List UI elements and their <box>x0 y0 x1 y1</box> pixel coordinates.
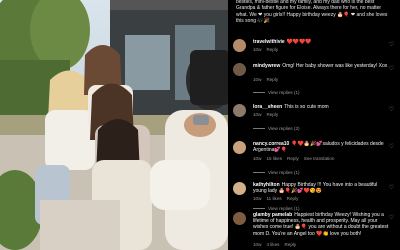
reply-button[interactable]: Reply <box>266 77 278 82</box>
comment-body: nancy.correa10 🎈❤️🎂🎉💕saludos y felicidade… <box>253 141 389 153</box>
comment-meta: 10w 15 likes Reply See translation <box>253 156 339 161</box>
comment-meta: 10w Reply <box>253 112 283 117</box>
comments-panel[interactable]: besties, mini-bestie and my family, and … <box>228 0 400 250</box>
view-replies-link[interactable]: View replies (1) <box>253 90 300 95</box>
comment-body: travelwithivie ❤️❤️❤️❤️ <box>253 39 389 45</box>
comment-likes[interactable]: 15 likes <box>266 156 282 161</box>
reply-button[interactable]: Reply <box>284 242 296 247</box>
comment-meta: 10w Reply <box>253 77 283 82</box>
comment-likes[interactable]: 4 likes <box>266 242 279 247</box>
see-translation-link[interactable]: See translation <box>304 156 335 161</box>
comment-text: This is so cute mom <box>284 104 329 110</box>
comment-body: lora__sheen This is so cute mom <box>253 104 389 110</box>
reply-button[interactable]: Reply <box>266 47 278 52</box>
reply-button[interactable]: Reply <box>287 156 299 161</box>
avatar[interactable] <box>233 212 246 225</box>
comment-username[interactable]: mindywrew <box>253 63 280 69</box>
post-caption: besties, mini-bestie and my family, and … <box>236 0 388 25</box>
comment-time: 10w <box>253 47 262 52</box>
comment-username[interactable]: glamby pamelab <box>253 212 292 218</box>
comment-text: Omg! Her baby shower was like yesterday!… <box>282 63 388 69</box>
view-replies-link[interactable]: View replies (2) <box>253 126 300 131</box>
reply-button[interactable]: Reply <box>266 112 278 117</box>
comment-likes[interactable]: 11 likes <box>266 196 281 201</box>
comment-meta: 10w Reply <box>253 47 283 52</box>
comment-body: glamby pamelab Happiest birthday Weezy! W… <box>253 212 389 237</box>
comment-time: 10w <box>253 112 262 117</box>
comment-meta: 10w 4 likes Reply <box>253 242 301 247</box>
avatar[interactable] <box>233 104 246 117</box>
comment-username[interactable]: travelwithivie <box>253 39 285 45</box>
like-heart-icon[interactable]: ♡ <box>389 184 394 191</box>
comment-text: ❤️❤️❤️❤️ <box>286 39 312 45</box>
like-heart-icon[interactable]: ♡ <box>389 143 394 150</box>
view-replies-link[interactable]: View replies (1) <box>253 170 300 175</box>
comment-time: 10w <box>253 156 262 161</box>
post-photo <box>0 0 228 250</box>
comment-username[interactable]: lora__sheen <box>253 104 282 110</box>
avatar[interactable] <box>233 39 246 52</box>
like-heart-icon[interactable]: ♡ <box>389 106 394 113</box>
comment-body: mindywrew Omg! Her baby shower was like y… <box>253 63 389 69</box>
avatar[interactable] <box>233 182 246 195</box>
photo-image <box>0 0 228 250</box>
reply-button[interactable]: Reply <box>287 196 299 201</box>
comment-body: kathyhilton Happy Birthday !!! You have i… <box>253 182 389 194</box>
comment-time: 10w <box>253 77 262 82</box>
avatar[interactable] <box>233 141 246 154</box>
comment-time: 10w <box>253 242 262 247</box>
comment-meta: 10w 11 likes Reply <box>253 196 303 201</box>
like-heart-icon[interactable]: ♡ <box>389 214 394 221</box>
comment-time: 10w <box>253 196 262 201</box>
view-replies-link[interactable]: View replies (1) <box>253 206 300 211</box>
avatar[interactable] <box>233 63 246 76</box>
like-heart-icon[interactable]: ♡ <box>389 41 394 48</box>
like-heart-icon[interactable]: ♡ <box>389 65 394 72</box>
